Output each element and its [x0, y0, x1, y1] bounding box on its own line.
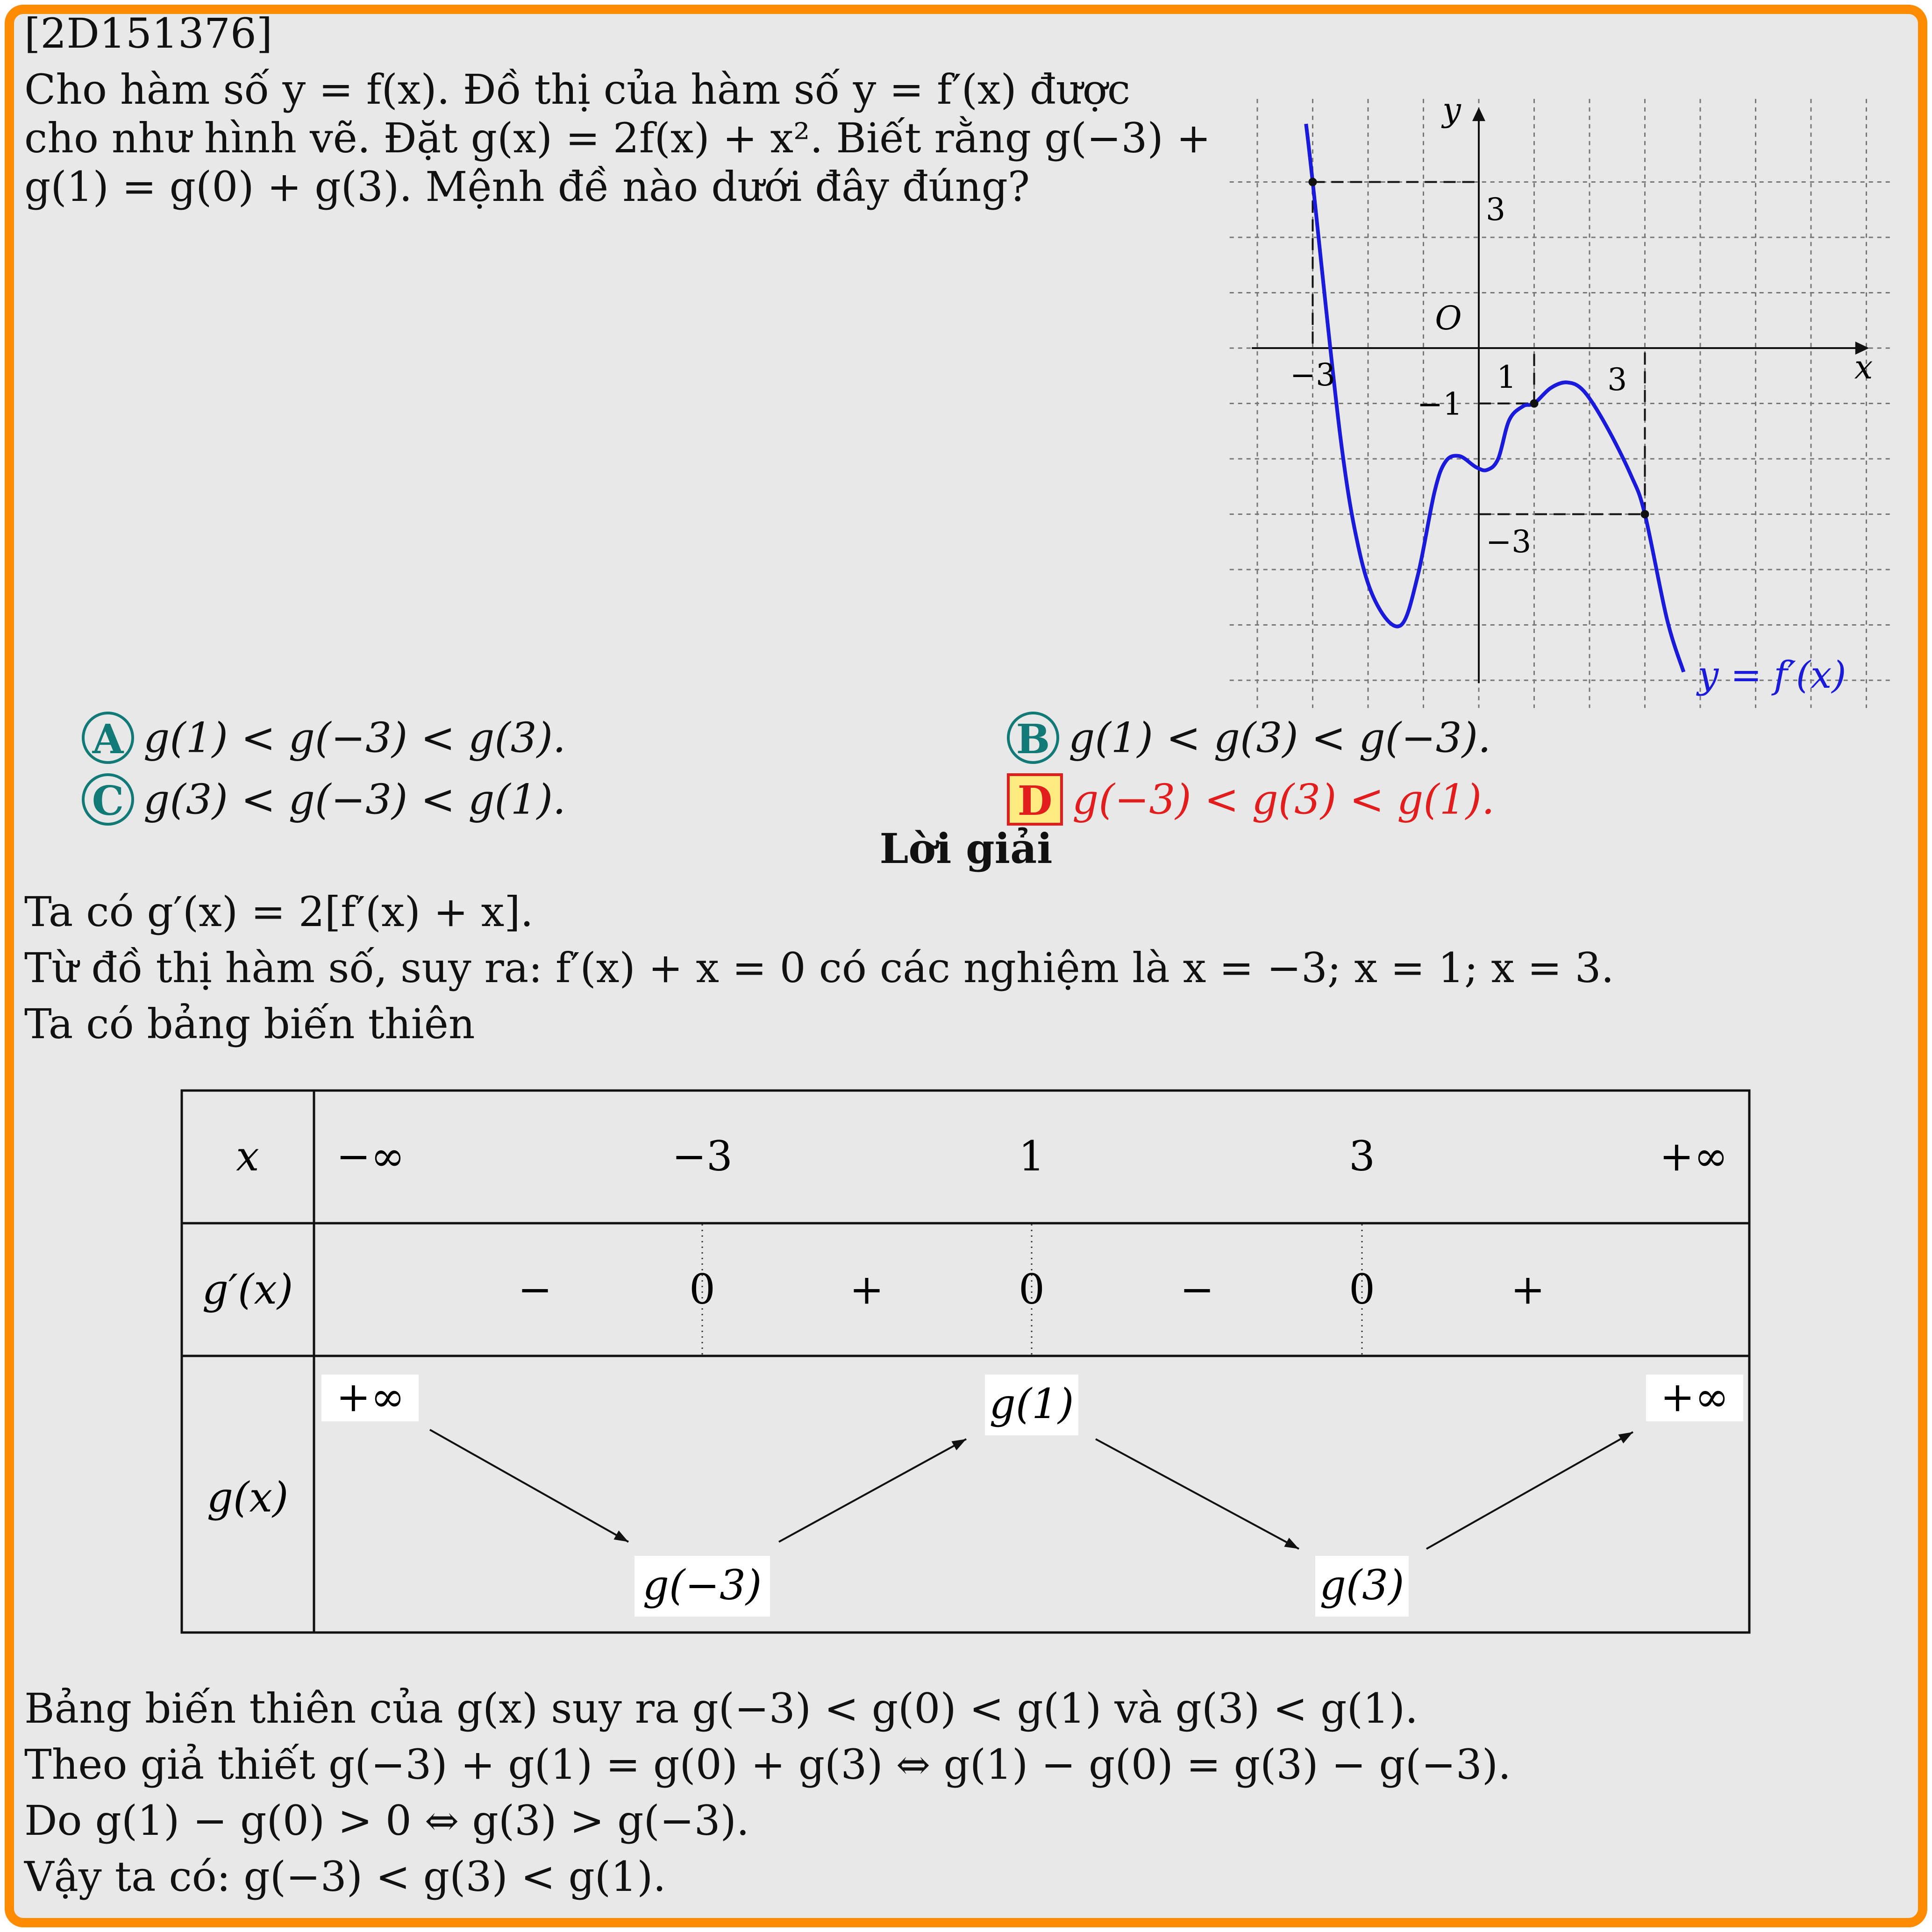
option-d-badge: D: [1007, 773, 1063, 826]
solution-line: Theo giả thiết g(−3) + g(1) = g(0) + g(3…: [24, 1740, 1511, 1789]
option-d[interactable]: Dg(−3) < g(3) < g(1).: [1007, 772, 1495, 826]
origin-label: O: [1435, 299, 1461, 337]
tick-label-x-1: 1: [1497, 359, 1516, 395]
tick-label-x-neg3: −3: [1290, 357, 1335, 393]
option-a[interactable]: Ag(1) < g(−3) < g(3).: [82, 710, 566, 764]
graph-grid: [1229, 99, 1894, 708]
tick-label-y-neg1: −1: [1417, 386, 1462, 422]
variation-arrowhead: [1618, 1432, 1633, 1444]
x-value: −∞: [336, 1132, 405, 1180]
question-id: [2D151376]: [24, 9, 273, 57]
g-value-min-right: g(3): [1320, 1561, 1404, 1609]
variation-arrowhead: [951, 1439, 966, 1451]
x-value: 3: [1349, 1132, 1375, 1180]
variation-arrows: [429, 1429, 1633, 1550]
tick-label-y-3: 3: [1486, 192, 1505, 228]
marked-point: [1530, 399, 1539, 408]
question-line: g(1) = g(0) + g(3). Mệnh đề nào dưới đây…: [24, 162, 1030, 211]
solution-line: Vậy ta có: g(−3) < g(3) < g(1).: [24, 1853, 666, 1901]
option-b[interactable]: Bg(1) < g(3) < g(−3).: [1007, 710, 1491, 764]
y-axis-arrow: [1472, 107, 1485, 121]
x-value: −3: [672, 1132, 733, 1180]
question-text: Cho hàm số y = f(x). Đồ thị của hàm số y…: [24, 65, 1211, 211]
variation-arrowhead: [1284, 1538, 1299, 1549]
option-c[interactable]: Cg(3) < g(−3) < g(1).: [82, 772, 566, 826]
option-c-badge: C: [82, 773, 134, 826]
tick-label-x-3: 3: [1607, 362, 1627, 398]
option-a-badge: A: [82, 712, 134, 764]
marked-point: [1308, 178, 1317, 186]
variation-arrow: [429, 1429, 629, 1543]
tick-label-y-neg3: −3: [1486, 524, 1531, 560]
option-d-text: g(−3) < g(3) < g(1).: [1072, 775, 1495, 824]
solution-line: Từ đồ thị hàm số, suy ra: f′(x) + x = 0 …: [24, 944, 1614, 992]
row-label-gprime: g′(x): [202, 1265, 293, 1313]
x-value: +∞: [1659, 1132, 1728, 1180]
sign-value: −: [1180, 1265, 1214, 1313]
solution-line: Ta có bảng biến thiên: [24, 1000, 475, 1048]
x-axis-label: x: [1854, 348, 1873, 386]
solution-title: Lời giải: [879, 824, 1053, 873]
solution-line: Do g(1) − g(0) > 0 ⇔ g(3) > g(−3).: [24, 1797, 749, 1845]
variation-arrow: [1426, 1431, 1633, 1550]
variation-arrowhead: [613, 1530, 628, 1542]
option-b-badge: B: [1007, 712, 1059, 764]
option-b-text: g(1) < g(3) < g(−3).: [1069, 713, 1491, 762]
solution-line: Ta có g′(x) = 2[f′(x) + x].: [24, 888, 534, 936]
question-line: Cho hàm số y = f(x). Đồ thị của hàm số y…: [24, 65, 1131, 114]
g-value-right-infinity: +∞: [1660, 1373, 1729, 1421]
sign-value: 0: [1349, 1265, 1375, 1313]
g-value-left-infinity: +∞: [336, 1373, 405, 1421]
derivative-graph: x y O −3 1 3 3 −1 −3 y = f′(x): [1229, 91, 1894, 708]
variation-arrow: [1095, 1438, 1299, 1550]
sign-value: −: [518, 1265, 552, 1313]
variation-table: x g′(x) g(x) −∞ −3 1 3 +∞ − 0 + 0 − 0 + …: [180, 1089, 1751, 1634]
g-value-min-left: g(−3): [643, 1561, 762, 1609]
row-label-g: g(x): [207, 1473, 289, 1521]
question-line: cho như hình vẽ. Đặt g(x) = 2f(x) + x². …: [24, 114, 1211, 162]
option-c-text: g(3) < g(−3) < g(1).: [143, 775, 566, 824]
sign-value: 0: [689, 1265, 715, 1313]
graph-axes: [1252, 107, 1869, 683]
g-value-max: g(1): [990, 1380, 1074, 1428]
x-value: 1: [1019, 1132, 1045, 1180]
sign-value: +: [1511, 1265, 1545, 1313]
sign-value: 0: [1019, 1265, 1045, 1313]
option-a-text: g(1) < g(−3) < g(3).: [143, 713, 566, 762]
row-label-x: x: [236, 1132, 259, 1180]
y-axis-label: y: [1441, 91, 1461, 129]
sign-value: +: [849, 1265, 884, 1313]
curve-label: y = f′(x): [1696, 653, 1846, 697]
marked-point: [1640, 510, 1649, 519]
variation-arrow: [778, 1438, 967, 1543]
solution-line: Bảng biến thiên của g(x) suy ra g(−3) < …: [24, 1684, 1419, 1732]
